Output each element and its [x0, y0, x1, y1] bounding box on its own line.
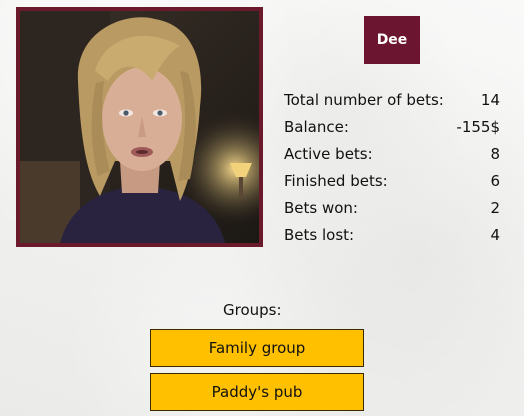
- stat-total-bets: Total number of bets: 14: [284, 86, 500, 113]
- stat-value: 14: [480, 90, 500, 109]
- stat-label: Balance:: [284, 117, 349, 136]
- stat-active-bets: Active bets: 8: [284, 140, 500, 167]
- groups-heading-text: Groups:: [223, 301, 282, 319]
- group-button-label: Paddy's pub: [211, 383, 303, 401]
- stat-label: Active bets:: [284, 144, 373, 163]
- user-name-badge[interactable]: Dee: [364, 16, 420, 64]
- stat-balance: Balance: -155$: [284, 113, 500, 140]
- stat-value: 2: [490, 198, 500, 217]
- stat-label: Bets lost:: [284, 225, 355, 244]
- group-button-label: Family group: [208, 339, 306, 357]
- stat-value: 6: [490, 171, 500, 190]
- stat-label: Finished bets:: [284, 171, 388, 190]
- group-button-family[interactable]: Family group: [150, 329, 364, 367]
- stat-label: Total number of bets:: [284, 90, 444, 109]
- stat-value: 8: [490, 144, 500, 163]
- stat-value: -155$: [456, 117, 500, 136]
- bet-stats: Total number of bets: 14 Balance: -155$ …: [284, 86, 500, 248]
- profile-photo: [16, 7, 263, 247]
- stat-bets-lost: Bets lost: 4: [284, 221, 500, 248]
- stat-value: 4: [490, 225, 500, 244]
- user-name: Dee: [376, 32, 408, 48]
- stat-bets-won: Bets won: 2: [284, 194, 500, 221]
- stat-finished-bets: Finished bets: 6: [284, 167, 500, 194]
- group-button-paddys-pub[interactable]: Paddy's pub: [150, 373, 364, 411]
- portrait-image: [20, 11, 259, 243]
- stat-label: Bets won:: [284, 198, 358, 217]
